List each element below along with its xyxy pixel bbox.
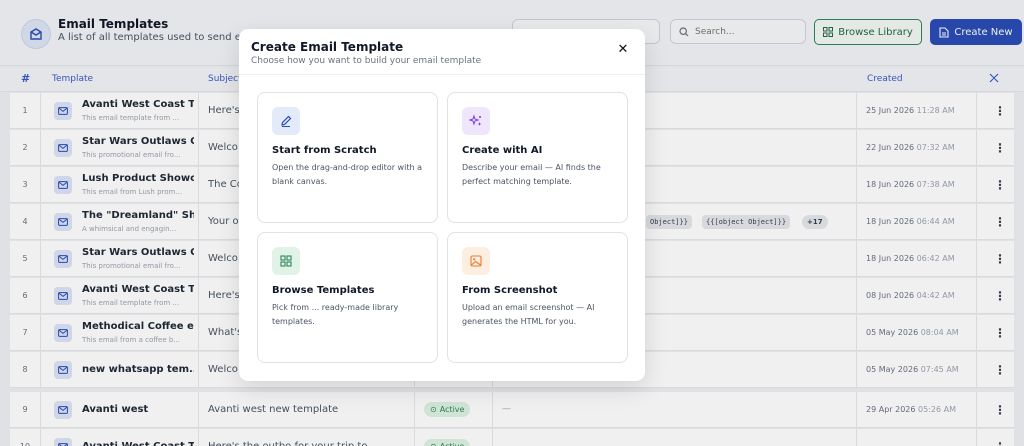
card-title: Create with AI — [462, 145, 543, 156]
card-title: From Screenshot — [462, 285, 558, 296]
start-from-scratch-card[interactable]: Start from Scratch Open the drag-and-dro… — [257, 92, 438, 223]
card-title: Browse Templates — [272, 285, 375, 296]
image-icon — [462, 247, 490, 275]
grid-icon — [272, 247, 300, 275]
pencil-icon — [272, 107, 300, 135]
modal-title: Create Email Template — [251, 40, 404, 54]
modal-divider — [239, 74, 645, 75]
card-title: Start from Scratch — [272, 145, 377, 156]
sparkles-icon — [462, 107, 490, 135]
browse-templates-card[interactable]: Browse Templates Pick from ... ready-mad… — [257, 232, 438, 363]
card-description: Describe your email — AI finds the perfe… — [462, 163, 601, 186]
card-description: Open the drag-and-drop editor with a bla… — [272, 163, 422, 186]
close-icon[interactable]: ✕ — [615, 41, 631, 57]
card-description: Pick from ... ready-made library templat… — [272, 303, 399, 326]
card-description: Upload an email screenshot — AI generate… — [462, 303, 595, 326]
modal-subtitle: Choose how you want to build your email … — [251, 56, 482, 66]
create-with-ai-card[interactable]: Create with AI Describe your email — AI … — [447, 92, 628, 223]
create-template-modal: Create Email Template Choose how you wan… — [239, 29, 645, 381]
from-screenshot-card[interactable]: From Screenshot Upload an email screensh… — [447, 232, 628, 363]
